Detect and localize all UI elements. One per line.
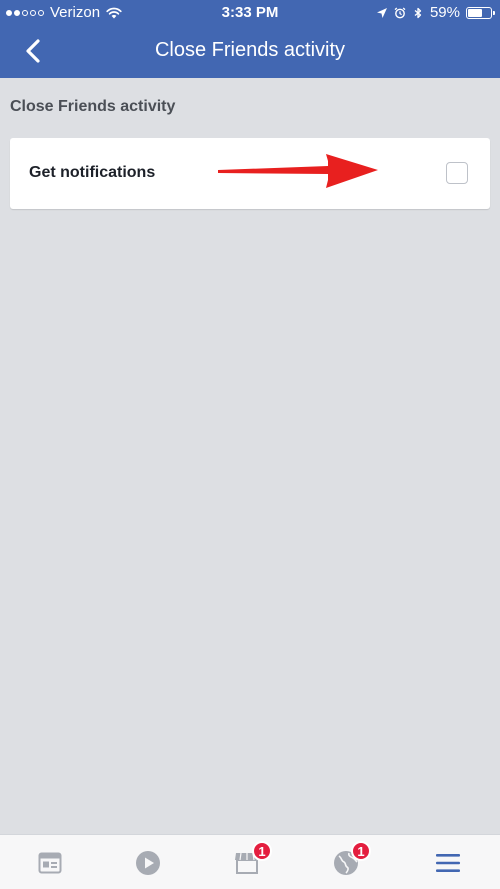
section-header: Close Friends activity <box>10 98 176 115</box>
tab-marketplace[interactable]: 1 <box>232 841 272 877</box>
setting-label: Get notifications <box>29 164 156 181</box>
hamburger-icon <box>436 854 460 872</box>
tab-menu[interactable] <box>433 849 463 877</box>
status-right: 59% <box>376 4 495 21</box>
bottom-tab-bar: 1 1 <box>0 834 500 889</box>
tab-news-feed[interactable] <box>35 849 65 877</box>
battery-percent: 59% <box>429 4 460 21</box>
navigation-bar: Close Friends activity <box>0 26 500 78</box>
battery-icon <box>466 6 495 19</box>
status-bar: Verizon 3:33 PM 59% <box>0 0 500 26</box>
battery-fill <box>468 8 482 17</box>
chevron-left-icon <box>26 39 40 63</box>
get-notifications-checkbox[interactable] <box>446 162 468 184</box>
page-title: Close Friends activity <box>154 39 346 61</box>
app-screen: Verizon 3:33 PM 59% Close Friends activi… <box>0 0 500 889</box>
tab-video[interactable] <box>133 849 163 877</box>
battery-tip <box>493 10 495 15</box>
newspaper-icon <box>38 852 62 874</box>
red-arrow-annotation <box>218 154 378 188</box>
tab-notifications[interactable]: 1 <box>331 841 371 877</box>
play-icon <box>136 851 160 875</box>
bluetooth-icon <box>414 7 422 18</box>
location-arrow-icon <box>376 7 387 18</box>
back-button[interactable] <box>18 36 48 66</box>
alarm-clock-icon <box>394 7 406 18</box>
marketplace-badge: 1 <box>252 841 272 861</box>
notifications-badge: 1 <box>351 841 371 861</box>
